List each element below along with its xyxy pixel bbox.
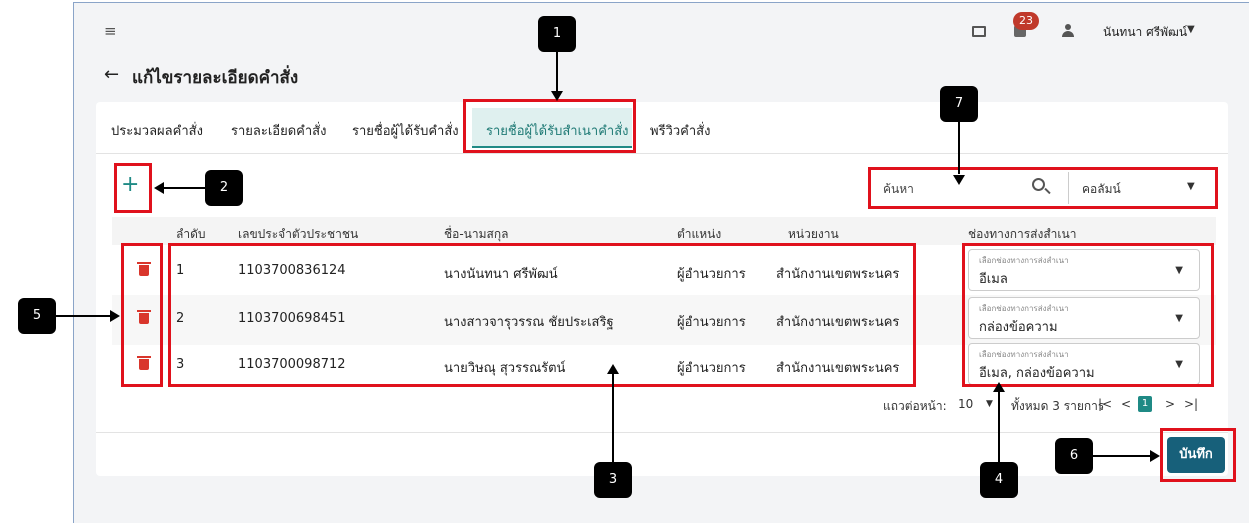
total-count: ทั้งหมด 3 รายการ xyxy=(1011,399,1105,413)
highlight-search xyxy=(868,167,1218,209)
user-name[interactable]: นันทนา ศรีพัฒน์ xyxy=(1103,23,1187,42)
callout-4: 4 xyxy=(980,462,1018,498)
annotation-line xyxy=(162,187,205,189)
tab-preview[interactable]: พรีวิวคำสั่ง xyxy=(650,120,710,141)
arrow-down-icon xyxy=(953,175,965,185)
prev-page-icon[interactable]: < xyxy=(1121,397,1131,411)
callout-3: 3 xyxy=(594,462,632,498)
annotation-line xyxy=(612,374,614,462)
header-name: ชื่อ-นามสกุล xyxy=(444,227,509,241)
callout-6: 6 xyxy=(1055,438,1093,474)
highlight-add xyxy=(114,163,152,213)
user-icon[interactable] xyxy=(1061,24,1075,38)
next-page-icon[interactable]: > xyxy=(1165,397,1175,411)
annotation-line xyxy=(56,315,110,317)
annotation-line xyxy=(998,392,1000,462)
first-page-icon[interactable]: |< xyxy=(1098,397,1112,411)
rows-per-page-select[interactable]: 10 xyxy=(958,397,973,411)
callout-5: 5 xyxy=(18,298,56,334)
callout-7: 7 xyxy=(940,86,978,122)
chevron-down-icon[interactable]: ▼ xyxy=(1187,24,1195,35)
book-icon[interactable] xyxy=(972,26,986,37)
callout-2: 2 xyxy=(205,170,243,206)
arrow-right-icon xyxy=(1150,450,1160,462)
arrow-up-icon xyxy=(993,382,1005,392)
annotation-line xyxy=(1093,455,1151,457)
back-arrow-icon[interactable]: ← xyxy=(104,64,119,85)
current-page[interactable]: 1 xyxy=(1138,396,1152,412)
highlight-delete xyxy=(121,243,163,387)
header-no: ลำดับ xyxy=(176,227,206,241)
highlight-save xyxy=(1160,428,1236,482)
divider xyxy=(96,432,1228,433)
last-page-icon[interactable]: >| xyxy=(1184,397,1198,411)
header-position: ตำแหน่ง xyxy=(677,227,722,241)
chevron-down-icon[interactable]: ▼ xyxy=(986,399,993,409)
highlight-channel xyxy=(962,243,1214,387)
arrow-right-icon xyxy=(110,310,120,322)
notification-badge: 23 xyxy=(1013,12,1039,30)
highlight-tab xyxy=(463,99,636,153)
rows-per-page-label: แถวต่อหน้า: xyxy=(883,399,947,413)
highlight-rows xyxy=(168,243,916,387)
tab-recipients[interactable]: รายชื่อผู้ได้รับคำสั่ง xyxy=(352,120,459,141)
arrow-up-icon xyxy=(607,364,619,374)
header-unit: หน่วยงาน xyxy=(788,227,839,241)
callout-1: 1 xyxy=(538,16,576,52)
annotation-line xyxy=(958,122,960,174)
tab-details[interactable]: รายละเอียดคำสั่ง xyxy=(231,120,326,141)
header-id: เลขประจำตัวประชาชน xyxy=(238,227,359,241)
tab-processing[interactable]: ประมวลผลคำสั่ง xyxy=(111,120,203,141)
arrow-left-icon xyxy=(154,182,164,194)
page-title: แก้ไขรายละเอียดคำสั่ง xyxy=(132,68,299,88)
menu-collapse-icon[interactable]: ≡ xyxy=(104,23,120,39)
annotation-line xyxy=(556,52,558,92)
header-channel: ช่องทางการส่งสำเนา xyxy=(968,227,1077,241)
arrow-down-icon xyxy=(551,91,563,101)
